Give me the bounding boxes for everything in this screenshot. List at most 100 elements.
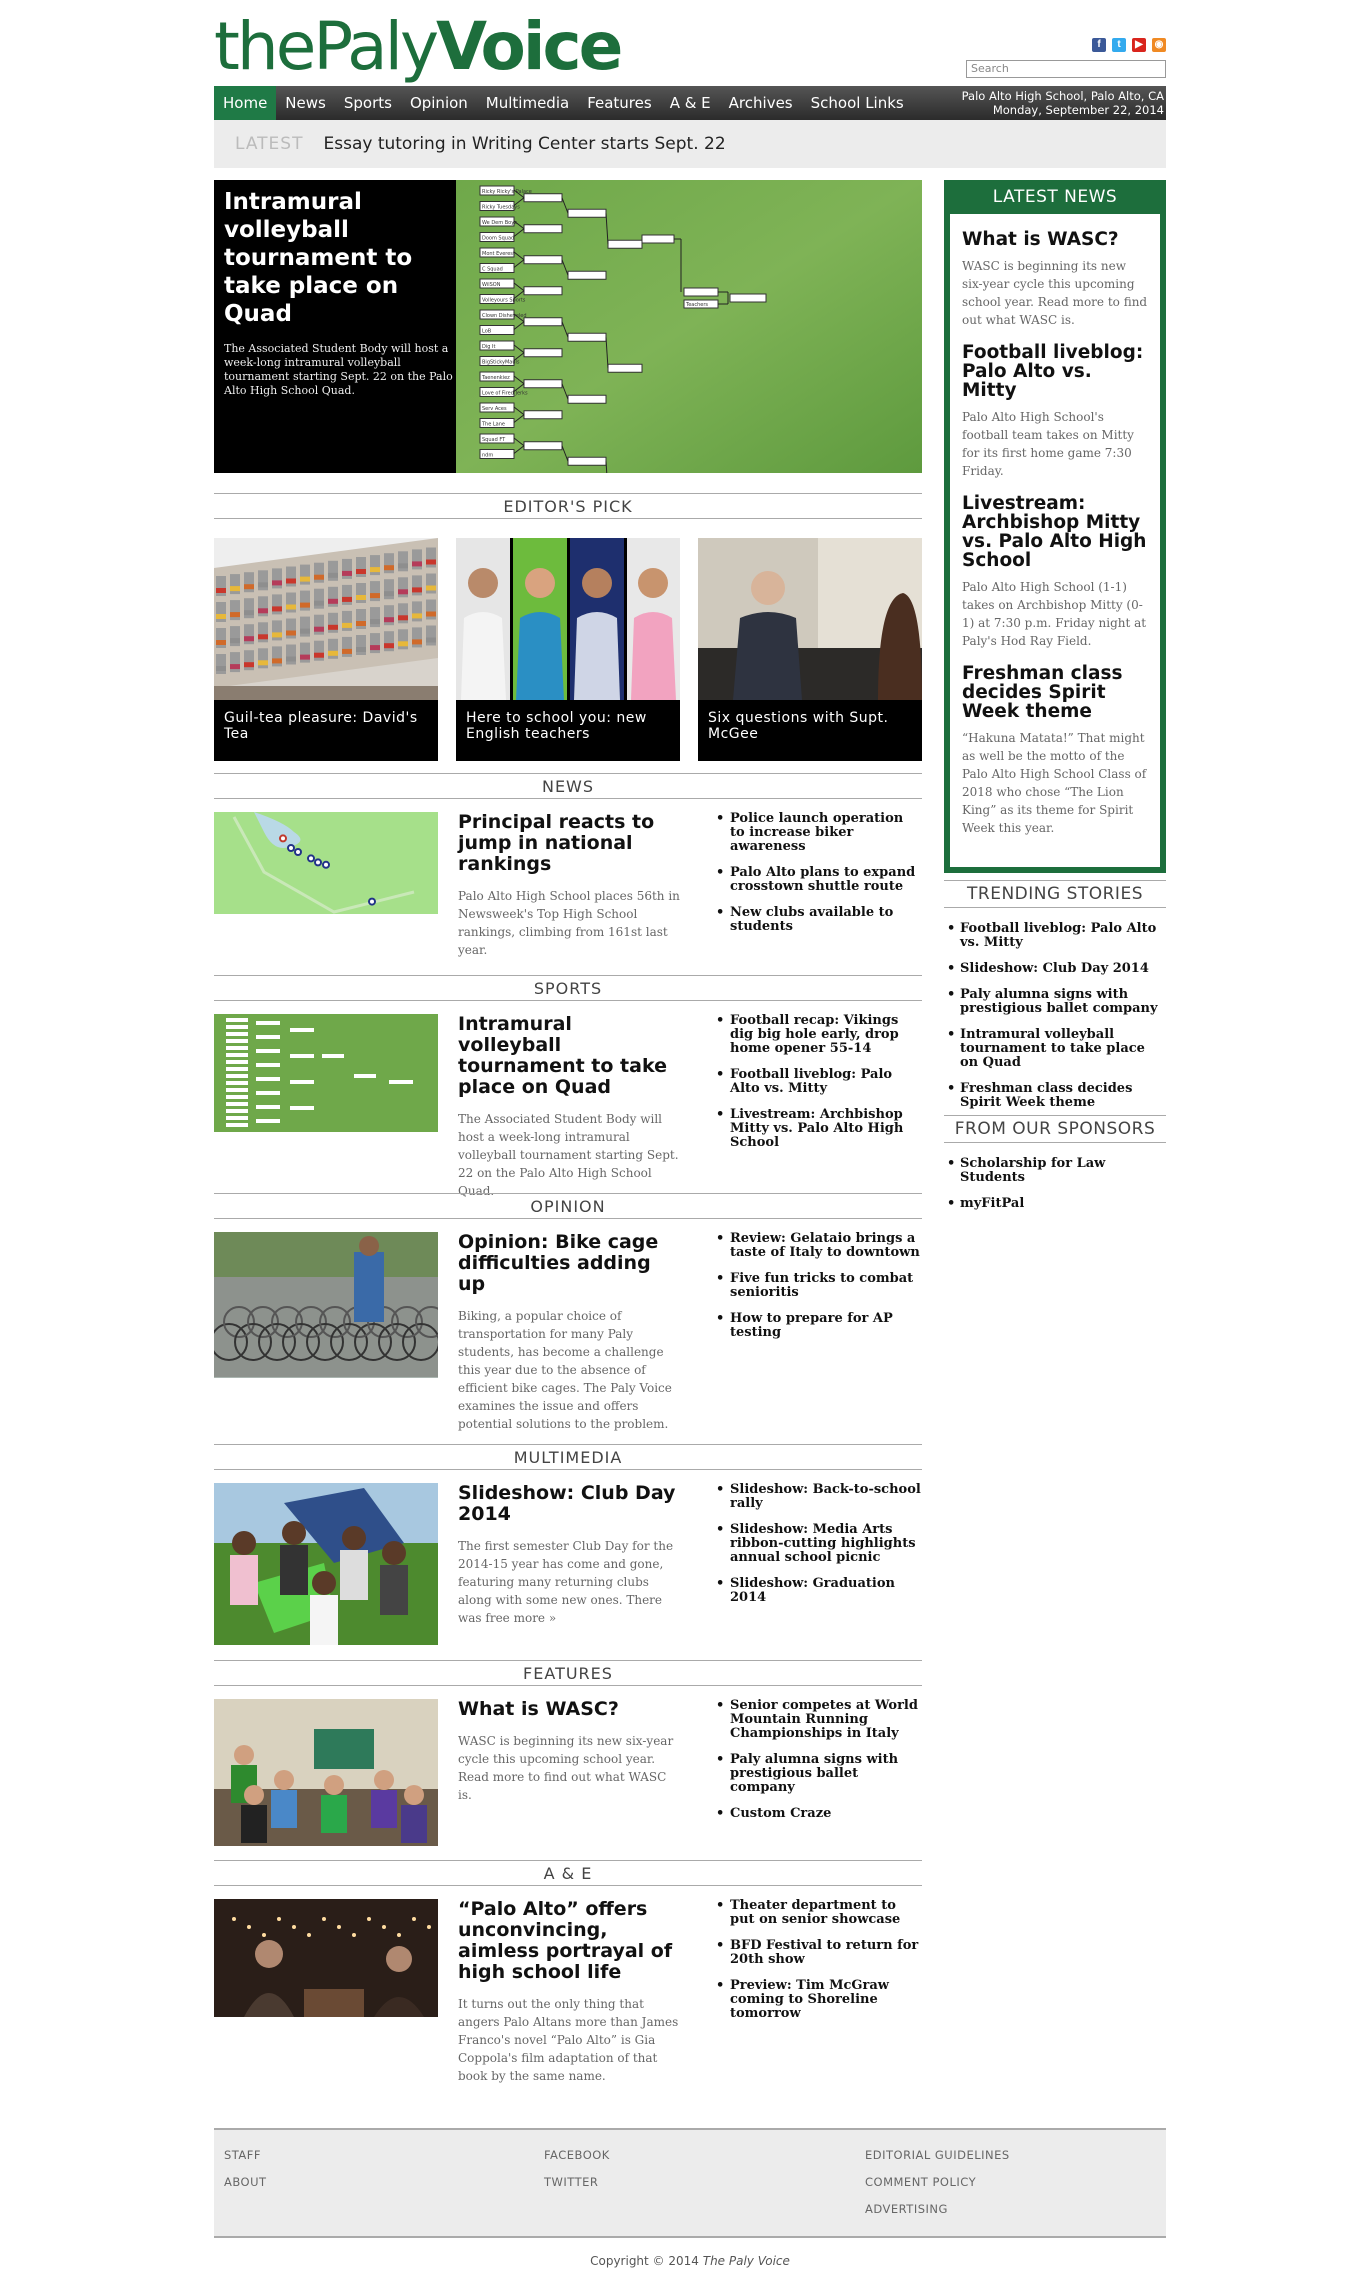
youtube-icon[interactable]: ▶ <box>1132 38 1146 52</box>
bracket-team-label: Serv Aces <box>482 406 507 412</box>
related-link[interactable]: Slideshow: Media Arts ribbon-cutting hig… <box>716 1523 922 1565</box>
nav-item-home[interactable]: Home <box>214 86 277 120</box>
trending-list: Football liveblog: Palo Alto vs. Mitty Sl… <box>944 922 1166 1122</box>
latest-news-title[interactable]: Football liveblog: Palo Alto vs. Mitty <box>962 343 1148 400</box>
trending-item[interactable]: Football liveblog: Palo Alto vs. Mitty <box>944 922 1166 950</box>
section-story-title[interactable]: Slideshow: Club Day 2014 <box>458 1483 678 1525</box>
section-story-title[interactable]: Principal reacts to jump in national ran… <box>458 812 678 875</box>
nav-item-archives[interactable]: Archives <box>720 86 802 120</box>
section-story-title[interactable]: Opinion: Bike cage difficulties adding u… <box>458 1232 678 1295</box>
section-heading-news: NEWS <box>214 773 922 799</box>
related-link[interactable]: Football liveblog: Palo Alto vs. Mitty <box>716 1068 922 1096</box>
copyright: Copyright © 2014 The Paly Voice <box>214 2254 1166 2268</box>
related-link[interactable]: Review: Gelataio brings a taste of Italy… <box>716 1232 922 1260</box>
facebook-icon[interactable]: f <box>1092 38 1106 52</box>
footer-col-1: STAFF ABOUT <box>224 2148 267 2202</box>
section-thumbnail-sports[interactable] <box>214 1014 438 1132</box>
editors-pick-label: Here to school you: new English teachers <box>466 710 647 742</box>
related-link[interactable]: Police launch operation to increase bike… <box>716 812 922 854</box>
trending-item[interactable]: Slideshow: Club Day 2014 <box>944 962 1166 977</box>
twitter-icon[interactable]: t <box>1112 38 1126 52</box>
related-link[interactable]: Theater department to put on senior show… <box>716 1899 922 1927</box>
tea-shop-image <box>214 538 438 700</box>
site-logo[interactable]: thePalyVoice <box>214 14 623 80</box>
nav-item-a-e[interactable]: A & E <box>661 86 720 120</box>
latest-headline[interactable]: Essay tutoring in Writing Center starts … <box>323 134 725 154</box>
bracket-team-label: Teachers <box>685 302 708 308</box>
featured-bracket-image[interactable]: Ricky Ricky's PalaceRicky TuesdaysWe Dem… <box>456 180 922 473</box>
related-link[interactable]: Football recap: Vikings dig big hole ear… <box>716 1014 922 1056</box>
sponsors-list: Scholarship for Law Students myFitPal <box>944 1157 1166 1223</box>
nav-item-news[interactable]: News <box>276 86 335 120</box>
latest-news-desc: WASC is beginning its new six-year cycle… <box>962 259 1148 327</box>
footer-link[interactable]: STAFF <box>224 2148 267 2162</box>
trending-item[interactable]: Paly alumna signs with prestigious balle… <box>944 988 1166 1016</box>
footer: STAFF ABOUT FACEBOOK TWITTER EDITORIAL GUI… <box>214 2128 1166 2238</box>
editors-pick-item[interactable]: Six questions with Supt. McGee <box>698 538 922 761</box>
related-link[interactable]: New clubs available to students <box>716 906 922 934</box>
related-link[interactable]: BFD Festival to return for 20th show <box>716 1939 922 1967</box>
related-link[interactable]: Senior competes at World Mountain Runnin… <box>716 1699 922 1741</box>
latest-news-title[interactable]: What is WASC? <box>962 230 1148 249</box>
footer-link[interactable]: ABOUT <box>224 2175 267 2189</box>
trending-item[interactable]: Intramural volleyball tournament to take… <box>944 1028 1166 1070</box>
copyright-name: The Paly Voice <box>702 2254 790 2268</box>
section-thumbnail-opinion[interactable] <box>214 1232 438 1378</box>
latest-news-title[interactable]: Livestream: Archbishop Mitty vs. Palo Al… <box>962 494 1148 570</box>
bracket-team-label: Love of Fired Jerks <box>482 391 528 397</box>
section-related-list: Theater department to put on senior show… <box>716 1899 922 2033</box>
nav-item-sports[interactable]: Sports <box>335 86 401 120</box>
section-heading-ae: A & E <box>214 1860 922 1886</box>
related-link[interactable]: Five fun tricks to combat senioritis <box>716 1272 922 1300</box>
section-thumbnail-features[interactable] <box>214 1699 438 1846</box>
editors-pick-item[interactable]: Guil-tea pleasure: David's Tea <box>214 538 438 761</box>
related-link[interactable]: Paly alumna signs with prestigious balle… <box>716 1753 922 1795</box>
footer-link[interactable]: FACEBOOK <box>544 2148 610 2162</box>
nav-item-multimedia[interactable]: Multimedia <box>477 86 578 120</box>
related-link[interactable]: Custom Craze <box>716 1807 922 1822</box>
featured-title[interactable]: Intramural volleyball tournament to take… <box>224 188 449 328</box>
section-story-title[interactable]: “Palo Alto” offers unconvincing, aimless… <box>458 1899 678 1983</box>
related-link[interactable]: How to prepare for AP testing <box>716 1312 922 1340</box>
bracket-team-label: Squad FT <box>482 437 506 443</box>
nav-item-features[interactable]: Features <box>578 86 661 120</box>
footer-link[interactable]: TWITTER <box>544 2175 610 2189</box>
editors-pick-item[interactable]: Here to school you: new English teachers <box>456 538 680 761</box>
trending-heading: TRENDING STORIES <box>944 880 1166 908</box>
section-story-title[interactable]: Intramural volleyball tournament to take… <box>458 1014 678 1098</box>
related-link[interactable]: Slideshow: Graduation 2014 <box>716 1577 922 1605</box>
bracket-team-label: C Squad <box>482 267 503 273</box>
bracket-team-label: Doom Squad <box>482 236 514 242</box>
latest-news-title[interactable]: Freshman class decides Spirit Week theme <box>962 664 1148 721</box>
related-link[interactable]: Livestream: Archbishop Mitty vs. Palo Al… <box>716 1108 922 1150</box>
search-input[interactable]: Search <box>966 60 1166 78</box>
bracket-team-label: LoB <box>482 329 492 335</box>
trending-item[interactable]: Freshman class decides Spirit Week theme <box>944 1082 1166 1110</box>
nav-item-school-links[interactable]: School Links <box>802 86 913 120</box>
section-thumbnail-ae[interactable] <box>214 1899 438 2017</box>
latest-label: LATEST <box>235 134 304 154</box>
related-link[interactable]: Palo Alto plans to expand crosstown shut… <box>716 866 922 894</box>
section-thumbnail-multimedia[interactable] <box>214 1483 438 1645</box>
sponsor-link[interactable]: myFitPal <box>944 1197 1166 1212</box>
sponsor-link[interactable]: Scholarship for Law Students <box>944 1157 1166 1185</box>
latest-news-desc: Palo Alto High School's football team ta… <box>962 410 1134 478</box>
teachers-photo <box>456 538 680 700</box>
latest-news-heading: LATEST NEWS <box>950 180 1160 214</box>
related-link[interactable]: Slideshow: Back-to-school rally <box>716 1483 922 1511</box>
footer-col-2: FACEBOOK TWITTER <box>544 2148 610 2202</box>
rss-icon[interactable]: ◉ <box>1152 38 1166 52</box>
section-story-desc: The first semester Club Day for the 2014… <box>458 1539 674 1625</box>
footer-link[interactable]: COMMENT POLICY <box>865 2175 1010 2189</box>
section-story-desc: It turns out the only thing that angers … <box>458 1997 679 2083</box>
section-thumbnail-news[interactable] <box>214 812 438 914</box>
section-related-list: Senior competes at World Mountain Runnin… <box>716 1699 922 1833</box>
section-story-desc: WASC is beginning its new six-year cycle… <box>458 1734 674 1802</box>
related-link[interactable]: Preview: Tim McGraw coming to Shoreline … <box>716 1979 922 2021</box>
section-story-title[interactable]: What is WASC? <box>458 1699 678 1720</box>
footer-link[interactable]: ADVERTISING <box>865 2202 1010 2216</box>
section-related-list: Slideshow: Back-to-school rally Slideshow… <box>716 1483 922 1617</box>
nav-item-opinion[interactable]: Opinion <box>401 86 477 120</box>
footer-link[interactable]: EDITORIAL GUIDELINES <box>865 2148 1010 2162</box>
featured-story[interactable]: Intramural volleyball tournament to take… <box>214 180 922 473</box>
